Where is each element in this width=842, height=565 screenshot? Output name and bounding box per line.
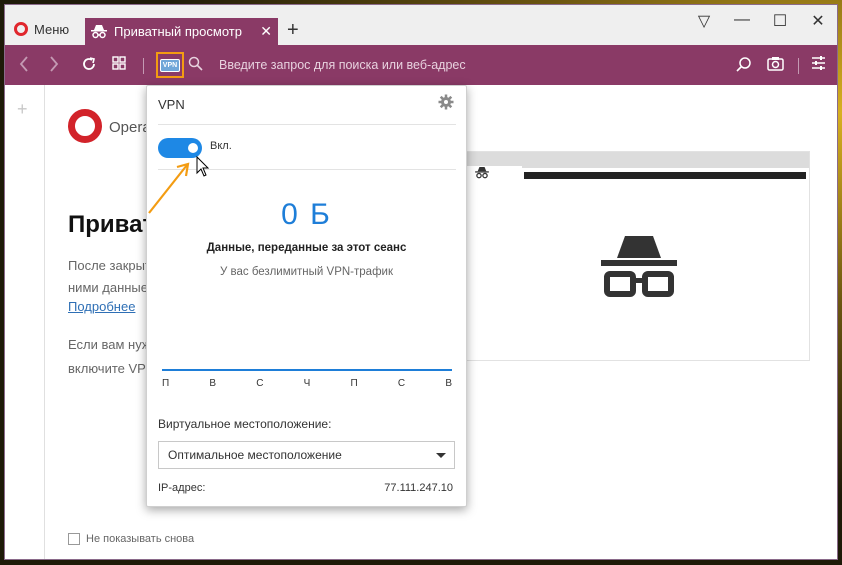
ip-value: 77.111.247.10 xyxy=(384,482,453,494)
menu-label: Меню xyxy=(34,21,70,37)
data-transferred-caption: Данные, переданные за этот сеанс xyxy=(206,242,407,254)
tab-menu-icon[interactable]: ▽ xyxy=(685,11,723,31)
day-label: С xyxy=(256,378,264,389)
opera-logo xyxy=(68,109,102,143)
brand-name: Opera xyxy=(109,119,151,136)
dont-show-checkbox[interactable] xyxy=(68,533,80,545)
address-bar-row: VPN Введите запрос для поиска или веб-ад… xyxy=(5,45,837,85)
sliders-icon[interactable] xyxy=(811,56,826,70)
divider xyxy=(158,124,456,125)
search-icon xyxy=(188,56,203,71)
illustration-address-bar xyxy=(524,172,806,179)
weekday-axis: П В С Ч П С В xyxy=(162,378,452,389)
vpn-badge-label: VPN xyxy=(159,58,181,72)
gear-icon[interactable] xyxy=(438,94,454,110)
day-label: В xyxy=(445,378,452,389)
vpn-popup: VPN Вкл. 0 Б Данные, переданные за этот … xyxy=(146,85,467,507)
incognito-small-icon xyxy=(475,167,489,179)
dont-show-again-row[interactable]: Не показывать снова xyxy=(68,533,194,545)
chevron-left-icon[interactable] xyxy=(19,56,29,72)
close-button[interactable]: ✕ xyxy=(799,11,837,31)
day-label: С xyxy=(397,378,406,389)
ip-label: IP-адрес: xyxy=(158,482,206,494)
minimize-button[interactable]: — xyxy=(723,11,761,31)
grid-icon[interactable] xyxy=(112,56,126,70)
more-info-link[interactable]: Подробнее xyxy=(68,299,135,314)
annotation-arrow-icon xyxy=(148,155,210,214)
dont-show-label: Не показывать снова xyxy=(86,533,195,545)
new-tab-button[interactable]: + xyxy=(287,19,299,42)
opera-menu-button[interactable]: Меню xyxy=(5,17,69,41)
incognito-icon xyxy=(601,236,677,297)
location-select[interactable]: Оптимальное местоположение xyxy=(158,441,455,469)
toggle-knob xyxy=(188,143,198,153)
tab-bar: Меню Приватный просмотр ✕ + ▽ — ☐ ✕ xyxy=(5,5,837,45)
incognito-icon xyxy=(91,24,107,38)
camera-icon[interactable] xyxy=(767,56,784,71)
chevron-right-icon[interactable] xyxy=(49,56,59,72)
tab-close-icon[interactable]: ✕ xyxy=(260,23,272,40)
toolbar-separator-right xyxy=(798,58,799,74)
vpn-popup-title: VPN xyxy=(158,97,185,112)
sidebar: + xyxy=(5,85,45,559)
sidebar-add-icon[interactable]: + xyxy=(17,99,28,120)
vpn-toggle-label: Вкл. xyxy=(210,140,232,152)
opera-logo-icon xyxy=(14,22,28,36)
vpn-badge-button[interactable]: VPN xyxy=(156,52,184,78)
browser-window: Меню Приватный просмотр ✕ + ▽ — ☐ ✕ VPN … xyxy=(4,4,838,560)
location-selected-value: Оптимальное местоположение xyxy=(168,448,342,462)
day-label: В xyxy=(209,378,217,389)
day-label: П xyxy=(162,378,170,389)
day-label: Ч xyxy=(303,378,311,389)
toolbar-separator xyxy=(143,58,144,74)
tab-title: Приватный просмотр xyxy=(114,24,242,39)
tab-private-browsing[interactable]: Приватный просмотр ✕ xyxy=(85,18,278,45)
maximize-button[interactable]: ☐ xyxy=(761,11,799,31)
dropdown-arrow-icon xyxy=(436,453,446,458)
unlimited-traffic-note: У вас безлимитный VPN-трафик xyxy=(220,266,393,278)
window-controls: ▽ — ☐ ✕ xyxy=(685,11,837,31)
reload-icon[interactable] xyxy=(81,56,97,72)
private-mode-illustration xyxy=(465,151,810,361)
address-input[interactable]: Введите запрос для поиска или веб-адрес xyxy=(219,58,466,72)
location-label: Виртуальное местоположение: xyxy=(158,417,332,431)
search-tabs-icon[interactable] xyxy=(736,56,752,72)
day-label: П xyxy=(350,378,358,389)
traffic-chart-baseline xyxy=(162,369,452,371)
